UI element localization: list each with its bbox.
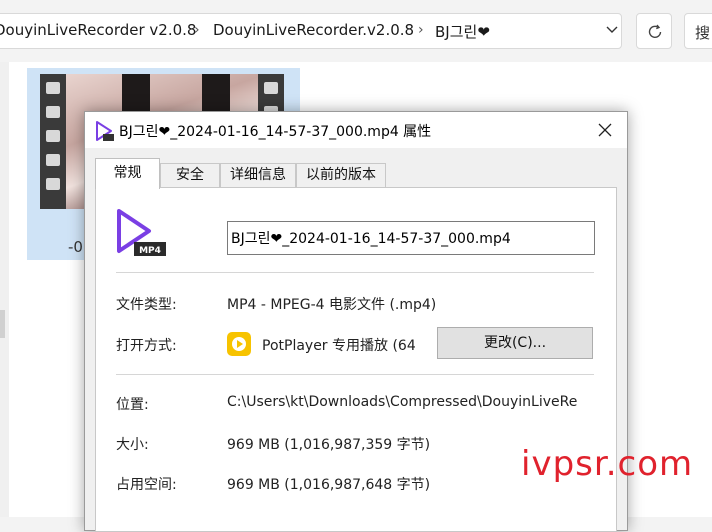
size-value: 969 MB (1,016,987,359 字节): [227, 437, 431, 453]
film-hole: [46, 106, 60, 118]
close-icon[interactable]: [593, 119, 617, 141]
svg-text:MP4: MP4: [139, 246, 161, 256]
location-value: C:\Users\kt\Downloads\Compressed\DouyinL…: [227, 394, 578, 410]
site-watermark: ivpsr.com: [521, 444, 694, 484]
search-input[interactable]: 搜: [684, 13, 712, 49]
film-hole: [46, 178, 60, 190]
file-type-label: 文件类型:: [116, 297, 177, 313]
mp4-file-icon: MP4: [117, 209, 166, 256]
change-button[interactable]: 更改(C)...: [437, 327, 593, 359]
film-hole: [46, 82, 60, 94]
tab-previous-versions[interactable]: 以前的版本: [296, 163, 386, 187]
file-type-value: MP4 - MPEG-4 电影文件 (.mp4): [227, 297, 437, 313]
film-hole: [46, 130, 60, 142]
film-hole: [264, 82, 278, 94]
breadcrumb-separator-icon[interactable]: ›: [418, 22, 424, 38]
refresh-button[interactable]: [636, 13, 672, 49]
film-hole: [46, 154, 60, 166]
opens-with-value: PotPlayer 专用播放 (64: [262, 338, 416, 354]
film-strip-left: [40, 74, 66, 209]
potplayer-icon: [227, 332, 251, 356]
tab-details[interactable]: 详细信息: [220, 163, 296, 187]
breadcrumb-item[interactable]: BJ그린❤: [435, 21, 490, 42]
tab-bar: 常规 安全 详细信息 以前的版本: [85, 148, 627, 189]
explorer-toolbar: DouyinLiveRecorder v2.0.8 › DouyinLiveRe…: [0, 0, 712, 62]
dialog-titlebar[interactable]: BJ그린❤_2024-01-16_14-57-37_000.mp4 属性: [85, 112, 627, 148]
navigation-scroll-indicator[interactable]: [0, 310, 5, 338]
size-label: 大小:: [116, 437, 149, 453]
tab-general[interactable]: 常规: [95, 158, 160, 189]
breadcrumb-item[interactable]: DouyinLiveRecorder.v2.0.8: [213, 21, 414, 39]
divider: [116, 374, 594, 375]
file-tile-label: -0: [68, 238, 83, 256]
search-placeholder: 搜: [695, 24, 711, 42]
filename-field[interactable]: [227, 221, 595, 255]
navigation-pane: [0, 62, 9, 517]
location-label: 位置:: [116, 397, 149, 413]
breadcrumb-separator-icon[interactable]: ›: [194, 22, 200, 38]
refresh-icon: [648, 24, 662, 38]
tab-security[interactable]: 安全: [160, 163, 220, 187]
divider: [116, 272, 594, 273]
mp4-file-icon: [96, 121, 114, 141]
dialog-title: BJ그린❤_2024-01-16_14-57-37_000.mp4 属性: [119, 124, 432, 140]
chevron-down-icon[interactable]: [604, 21, 620, 37]
size-on-disk-value: 969 MB (1,016,987,648 字节): [227, 477, 431, 493]
breadcrumb-item[interactable]: DouyinLiveRecorder v2.0.8: [0, 21, 196, 39]
size-on-disk-label: 占用空间:: [116, 477, 177, 493]
opens-with-label: 打开方式:: [116, 338, 177, 354]
